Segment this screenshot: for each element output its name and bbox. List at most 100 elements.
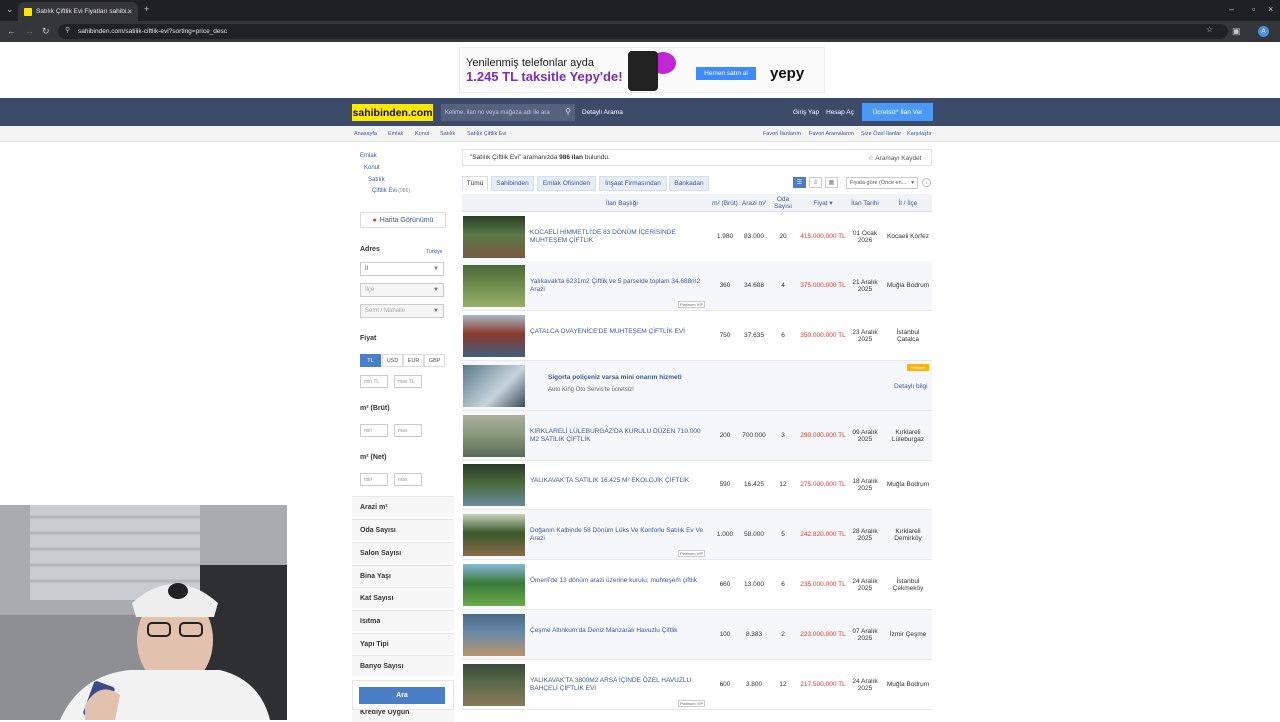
list-view-icon[interactable]: ☰ (793, 177, 806, 188)
post-ad-button[interactable]: Ücretsiz* İlan Ver (862, 103, 933, 121)
info-icon[interactable]: i (922, 178, 931, 187)
listing-title[interactable]: Yalıkavak'ta 6231m2 Çiftlik ve 5 parseld… (530, 278, 710, 294)
col-location[interactable]: İl / İlçe (886, 194, 930, 212)
filter-living-room-count[interactable]: Salon Sayısı (352, 542, 454, 563)
sponsored-details-link[interactable]: Detaylı bilgi (894, 383, 928, 390)
col-arazi[interactable]: Arazi m² (740, 194, 768, 212)
compare-link[interactable]: Karşılaştır (907, 131, 932, 137)
forward-icon[interactable]: → (25, 26, 34, 36)
close-window-icon[interactable]: × (1268, 4, 1273, 14)
minimize-icon[interactable]: – (1229, 4, 1234, 14)
search-input[interactable]: Kelime, ilan no veya mağaza adı ile ara … (441, 104, 575, 121)
tab-bank[interactable]: Bankadan (669, 176, 709, 191)
currency-tl-button[interactable]: TL (360, 354, 381, 367)
m2-net-min-input[interactable]: min (360, 473, 388, 486)
price-max-input[interactable]: max TL (394, 375, 422, 388)
tab-all[interactable]: Tümü (462, 176, 488, 191)
filter-heating[interactable]: Isıtma (352, 610, 454, 631)
listing-title[interactable]: YALIKAVAK'TA SATILIK 16.425 M² EKOLOJİK … (530, 477, 710, 485)
table-row[interactable]: Yalıkavak'ta 6231m2 Çiftlik ve 5 parseld… (462, 261, 932, 311)
tab-agency[interactable]: Emlak Ofisinden (537, 176, 596, 191)
filter-bathroom-count[interactable]: Banyo Sayısı (352, 655, 454, 676)
col-title[interactable]: İlan Başlığı (532, 194, 712, 212)
col-m2[interactable]: m² (Brüt) (712, 194, 738, 212)
listing-title[interactable]: Ömerli'de 13 dönüm arazi üzerine kurulu;… (530, 577, 710, 585)
table-row[interactable]: ÇATALCA OVAYENİCE'DE MUHTEŞEM ÇİFTLİK EV… (462, 311, 932, 361)
listing-thumbnail[interactable] (463, 564, 525, 606)
m2-net-max-input[interactable]: max (394, 473, 422, 486)
filter-building-age[interactable]: Bina Yaşı (352, 565, 454, 586)
maximize-icon[interactable]: ▫ (1252, 4, 1255, 14)
listing-thumbnail[interactable] (463, 514, 525, 556)
breadcrumb-item[interactable]: Emlak (388, 131, 403, 137)
col-room[interactable]: Oda Sayısı (770, 194, 796, 212)
table-row[interactable]: Ömerli'de 13 dönüm arazi üzerine kurulu;… (462, 560, 932, 610)
bookmark-star-icon[interactable]: ☆ (1206, 25, 1213, 34)
reload-icon[interactable]: ↻ (42, 26, 50, 37)
search-icon[interactable]: ⚲ (565, 107, 571, 116)
filter-arazi-m2[interactable]: Arazi m² (352, 496, 454, 517)
table-row[interactable]: KOCAELİ HİMMETLİ'DE 83 DÖNÜM İÇERİSİNDE … (462, 212, 932, 262)
m2-brut-max-input[interactable]: max (394, 424, 422, 437)
listing-title[interactable]: YALIKAVAK'TA 3800M2 ARSA İÇİNDE ÖZEL HAV… (530, 677, 710, 693)
breadcrumb-item[interactable]: Satılık Çiftlik Evi (467, 131, 506, 137)
listing-title[interactable]: KOCAELİ HİMMETLİ'DE 83 DÖNÜM İÇERİSİNDE … (530, 229, 710, 245)
listing-thumbnail[interactable] (463, 464, 525, 506)
close-tab-icon[interactable]: × (127, 7, 132, 16)
sponsored-title[interactable]: Sigorta poliçeniz varsa mini onarım hizm… (548, 374, 682, 381)
personal-listings-link[interactable]: Size Özel İlanlar (861, 131, 901, 137)
listing-thumbnail[interactable] (463, 415, 525, 457)
browser-tab[interactable]: Satılık Çiftlik Evi Fiyatları sahibi... … (18, 2, 138, 21)
listing-thumbnail[interactable] (463, 315, 525, 357)
grid-view-icon[interactable]: ▦ (825, 177, 838, 188)
breadcrumb-item[interactable]: Anasayfa (354, 131, 377, 137)
neighborhood-select[interactable]: Semt / Mahalle ▼ (360, 304, 444, 318)
favorite-listings-link[interactable]: Favori İlanlarım (763, 131, 801, 137)
filter-building-type[interactable]: Yapı Tipi (352, 633, 454, 654)
filter-floor-count[interactable]: Kat Sayısı (352, 587, 454, 608)
price-min-input[interactable]: min TL (360, 375, 388, 388)
site-info-icon[interactable]: ⚲ (65, 26, 70, 34)
detailed-search-link[interactable]: Detaylı Arama (582, 109, 623, 116)
apply-search-button[interactable]: Ara (359, 687, 445, 704)
table-row[interactable]: Çeşme Altınkum'da Deniz Manzaralı Havuzl… (462, 610, 932, 660)
currency-gbp-button[interactable]: GBP (424, 354, 445, 367)
map-view-button[interactable]: ● Harita Görünümü (360, 212, 446, 228)
profile-avatar[interactable]: A (1258, 26, 1269, 37)
listing-thumbnail[interactable] (463, 265, 525, 307)
col-date[interactable]: İlan Tarihi (848, 194, 882, 212)
table-row[interactable]: Doğanın Kalbinde 58 Dönüm Lüks Ve Konfor… (462, 510, 932, 560)
province-select[interactable]: İl ▼ (360, 262, 444, 276)
currency-eur-button[interactable]: EUR (403, 354, 424, 367)
listing-title[interactable]: KIRKLARELİ LÜLEBURGAZ'DA KURULU DÜZEN 71… (530, 428, 710, 444)
breadcrumb-item[interactable]: Satılık (440, 131, 455, 137)
listing-thumbnail[interactable] (463, 216, 525, 258)
save-search-link[interactable]: ☆ Aramayı Kaydet (868, 154, 922, 162)
back-icon[interactable]: ← (7, 26, 16, 36)
url-field[interactable]: ⚲ sahibinden.com/satilik-ciftlik-evi?sor… (58, 24, 1228, 39)
sort-select[interactable]: Fiyata göre (Önce en... ▾ (846, 177, 918, 189)
breadcrumb-item[interactable]: Konut (415, 131, 429, 137)
m2-brut-min-input[interactable]: min (360, 424, 388, 437)
category-emlak[interactable]: Emlak (360, 153, 377, 159)
ad-banner[interactable]: Yenilenmiş telefonlar ayda 1.245 TL taks… (459, 47, 825, 93)
table-row[interactable]: YALIKAVAK'TA SATILIK 16.425 M² EKOLOJİK … (462, 460, 932, 510)
district-select[interactable]: İlçe ▼ (360, 283, 444, 297)
tab-construction[interactable]: İnşaat Firmasından (599, 176, 667, 191)
category-ciftlik-evi[interactable]: Çiftlik Evi (986) (372, 188, 410, 194)
category-satilik[interactable]: Satılık (368, 177, 385, 183)
filter-room-count[interactable]: Oda Sayısı (352, 519, 454, 540)
listing-thumbnail[interactable] (463, 614, 525, 656)
tab-owner[interactable]: Sahibinden (491, 176, 534, 191)
listing-title[interactable]: Doğanın Kalbinde 58 Dönüm Lüks Ve Konfor… (530, 527, 710, 543)
sponsored-row[interactable]: Sigorta poliçeniz varsa mini onarım hizm… (462, 361, 932, 411)
favorite-searches-link[interactable]: Favori Aramalarım (809, 131, 854, 137)
listing-title[interactable]: Çeşme Altınkum'da Deniz Manzaralı Havuzl… (530, 627, 710, 635)
register-link[interactable]: Hesap Aç (826, 109, 854, 116)
table-row[interactable]: KIRKLARELİ LÜLEBURGAZ'DA KURULU DÜZEN 71… (462, 411, 932, 461)
site-logo[interactable]: sahibinden.com (352, 104, 433, 121)
compact-view-icon[interactable]: ≡ (809, 177, 822, 188)
listing-thumbnail[interactable] (463, 664, 525, 706)
tab-list-icon[interactable]: ⌄ (6, 4, 14, 15)
new-tab-icon[interactable]: + (144, 4, 149, 14)
